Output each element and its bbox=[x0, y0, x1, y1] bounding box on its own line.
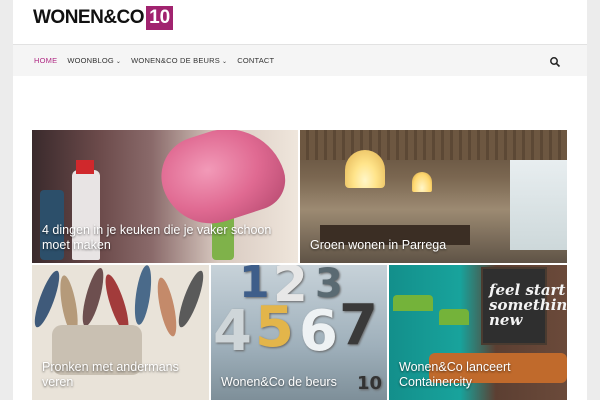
decor-number: 5 bbox=[255, 295, 294, 360]
chevron-down-icon: ⌄ bbox=[221, 59, 228, 65]
plant-image bbox=[393, 295, 433, 311]
nav-item-label: WOONBLOG bbox=[67, 56, 114, 65]
tile-caption: Pronken met andermans veren bbox=[42, 360, 179, 389]
feather-image bbox=[153, 276, 181, 338]
search-icon[interactable] bbox=[549, 55, 561, 68]
featured-tile-containercity[interactable]: feel start something new Wonen&Co lancee… bbox=[389, 265, 567, 400]
ceiling-image bbox=[300, 130, 567, 160]
tile-caption: Wonen&Co lanceert Containercity bbox=[399, 360, 511, 389]
logo-text: WONEN&CO bbox=[33, 7, 145, 28]
featured-tile-kitchen[interactable]: 4 dingen in je keuken die je vaker schoo… bbox=[32, 130, 298, 263]
featured-tile-groen-wonen[interactable]: Groen wonen in Parrega bbox=[300, 130, 567, 263]
logo-badge: 10 bbox=[146, 6, 174, 30]
feather-image bbox=[32, 268, 64, 330]
nav-item-home[interactable]: HOME bbox=[34, 56, 57, 65]
lamp-image bbox=[345, 150, 385, 188]
glove-image bbox=[151, 130, 293, 237]
featured-tile-beurs[interactable]: 1 2 3 4 5 6 7 10 Wonen&Co de beurs bbox=[211, 265, 387, 400]
tile-caption: Groen wonen in Parrega bbox=[310, 238, 447, 252]
lamp-image bbox=[412, 172, 432, 192]
decor-number: 6 bbox=[299, 299, 338, 364]
tile-caption: Wonen&Co de beurs bbox=[221, 375, 337, 389]
nav-item-label: WONEN&CO DE BEURS bbox=[131, 56, 220, 65]
main-nav: HOME WOONBLOG ⌄ WONEN&CO DE BEURS ⌄ CONTAC… bbox=[13, 44, 587, 76]
tile-caption: 4 dingen in je keuken die je vaker schoo… bbox=[42, 223, 272, 252]
site-logo[interactable]: WONEN&CO 10 bbox=[33, 6, 174, 30]
nav-item-label: CONTACT bbox=[237, 56, 275, 65]
site-header: WONEN&CO 10 bbox=[13, 0, 587, 44]
feather-image bbox=[174, 268, 208, 330]
chalkboard-image: feel start something new bbox=[481, 267, 567, 345]
featured-tile-veren[interactable]: Pronken met andermans veren bbox=[32, 265, 209, 400]
decor-number: 7 bbox=[339, 293, 378, 358]
feather-image bbox=[131, 265, 155, 326]
bottle-cap-image bbox=[76, 160, 94, 174]
plant-image bbox=[439, 309, 469, 325]
decor-number: 4 bbox=[213, 299, 252, 364]
nav-item-woonblog[interactable]: WOONBLOG ⌄ bbox=[67, 56, 121, 65]
window-image bbox=[510, 160, 567, 250]
nav-item-beurs[interactable]: WONEN&CO DE BEURS ⌄ bbox=[131, 56, 227, 65]
chevron-down-icon: ⌄ bbox=[115, 59, 122, 65]
nav-item-label: HOME bbox=[34, 56, 58, 65]
chalkboard-text: feel start something new bbox=[489, 281, 567, 329]
feather-image bbox=[78, 266, 108, 328]
nav-item-contact[interactable]: CONTACT bbox=[237, 56, 274, 65]
